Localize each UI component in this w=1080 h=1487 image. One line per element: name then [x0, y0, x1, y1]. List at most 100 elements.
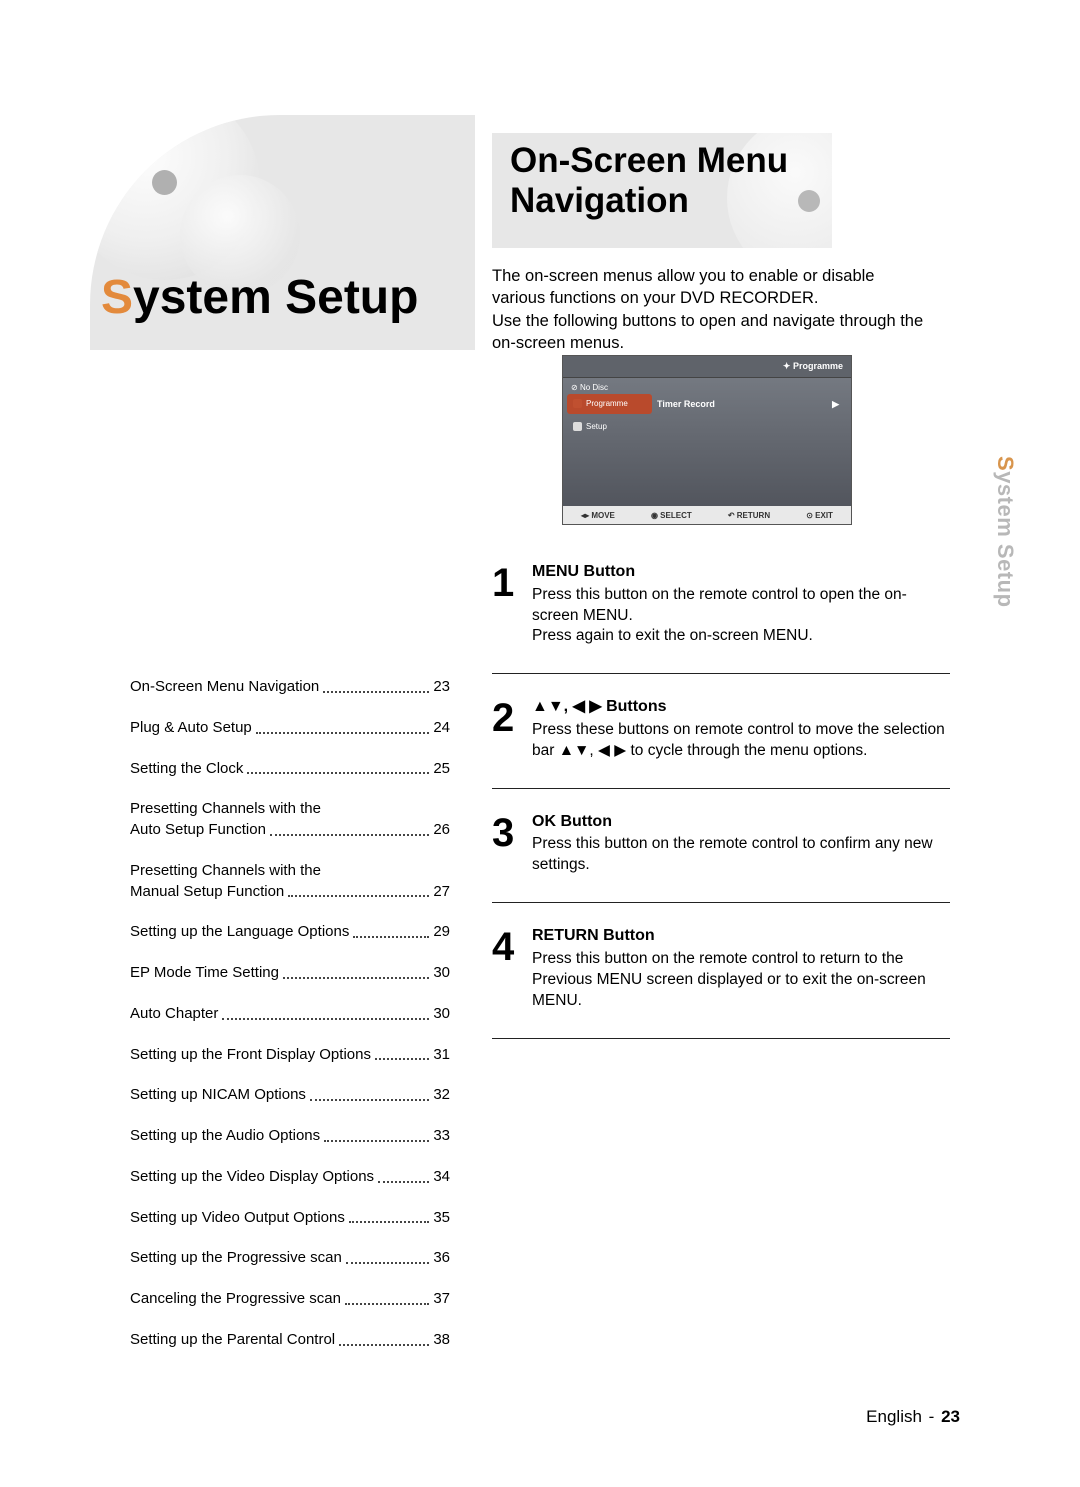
- instruction-step: 4RETURN ButtonPress this button on the r…: [492, 909, 950, 1031]
- step-body: RETURN ButtonPress this button on the re…: [532, 925, 950, 1011]
- osd-foot-move: ◂▸ MOVE: [581, 511, 615, 520]
- toc-entry: Presetting Channels with the Manual Setup…: [130, 862, 450, 902]
- toc-entry: Setting up NICAM Options 32: [130, 1086, 450, 1105]
- toc-page: 34: [433, 1168, 450, 1187]
- toc-leader-dots: [346, 1262, 430, 1264]
- instruction-step: 1MENU ButtonPress this button on the rem…: [492, 545, 950, 667]
- step-title: RETURN Button: [532, 925, 950, 947]
- toc-page: 24: [433, 719, 450, 738]
- toc-label: Setting up the Front Display Options: [130, 1046, 371, 1065]
- toc-leader-dots: [288, 895, 429, 897]
- toc-leader-dots: [339, 1344, 429, 1346]
- step-number: 3: [492, 811, 532, 876]
- article-title-line2: Navigation: [510, 181, 832, 221]
- divider: [492, 902, 950, 903]
- steps-list: 1MENU ButtonPress this button on the rem…: [492, 545, 950, 1045]
- toc-page: 25: [433, 760, 450, 779]
- toc-label: Auto Setup Function: [130, 821, 266, 840]
- section-title-rest: ystem Setup: [133, 271, 418, 324]
- toc-label: Manual Setup Function: [130, 883, 284, 902]
- toc-label: Presetting Channels with the: [130, 800, 321, 817]
- step-number: 2: [492, 696, 532, 761]
- toc-label: Setting the Clock: [130, 760, 243, 779]
- step-number: 4: [492, 925, 532, 1011]
- arrow-right-icon: ▶: [832, 394, 839, 414]
- toc-page: 36: [433, 1249, 450, 1268]
- toc-page: 26: [433, 821, 450, 840]
- footer-dash: -: [929, 1407, 935, 1426]
- toc-label: Presetting Channels with the: [130, 862, 321, 879]
- toc-entry: Setting up Video Output Options 35: [130, 1209, 450, 1228]
- toc-entry: EP Mode Time Setting30: [130, 964, 450, 983]
- toc-leader-dots: [353, 936, 429, 938]
- toc-page: 33: [433, 1127, 450, 1146]
- toc-page: 29: [433, 923, 450, 942]
- footer-language: English: [866, 1407, 922, 1426]
- step-description: Press this button on the remote control …: [532, 585, 950, 648]
- article-title-line1: On-Screen Menu: [510, 141, 832, 181]
- toc-label: Setting up Video Output Options: [130, 1209, 345, 1228]
- instruction-step: 3OK ButtonPress this button on the remot…: [492, 795, 950, 896]
- divider: [492, 1038, 950, 1039]
- toc-leader-dots: [310, 1099, 429, 1101]
- step-description: Press this button on the remote control …: [532, 949, 950, 1012]
- toc-entry: Presetting Channels with the Auto Setup F…: [130, 800, 450, 840]
- toc-label: Setting up NICAM Options: [130, 1086, 306, 1105]
- osd-screenshot: Programme No Disc Programme Setup Timer …: [562, 355, 852, 525]
- toc-page: 35: [433, 1209, 450, 1228]
- step-body: OK ButtonPress this button on the remote…: [532, 811, 950, 876]
- toc-label: On-Screen Menu Navigation: [130, 678, 319, 697]
- toc-page: 23: [433, 678, 450, 697]
- toc-entry: On-Screen Menu Navigation 23: [130, 678, 450, 697]
- toc-entry: Setting up the Video Display Options 34: [130, 1168, 450, 1187]
- osd-foot-select: ◉ SELECT: [651, 511, 692, 520]
- divider: [492, 788, 950, 789]
- side-tab-initial: S: [993, 456, 1018, 471]
- page-footer: English - 23: [866, 1407, 960, 1427]
- article-title: On-Screen Menu Navigation: [510, 141, 832, 222]
- footer-page-number: 23: [941, 1407, 960, 1426]
- osd-side-programme: Programme: [567, 394, 652, 414]
- instruction-step: 2▲▼, ◀ ▶ ButtonsPress these buttons on r…: [492, 680, 950, 781]
- toc-label: Setting up the Parental Control: [130, 1331, 335, 1350]
- toc-leader-dots: [256, 732, 430, 734]
- toc-leader-dots: [349, 1221, 429, 1223]
- article-header: On-Screen Menu Navigation: [492, 133, 832, 248]
- toc-leader-dots: [345, 1303, 429, 1305]
- toc-label: Setting up the Audio Options: [130, 1127, 320, 1146]
- step-body: MENU ButtonPress this button on the remo…: [532, 561, 950, 647]
- toc-label: Plug & Auto Setup: [130, 719, 252, 738]
- side-tab: System Setup: [992, 456, 1018, 608]
- toc-entry: Auto Chapter30: [130, 1005, 450, 1024]
- toc-entry: Setting up the Language Options29: [130, 923, 450, 942]
- toc-entry: Setting up the Parental Control 38: [130, 1331, 450, 1350]
- toc-page: 38: [433, 1331, 450, 1350]
- toc-leader-dots: [324, 1140, 429, 1142]
- section-title-initial: S: [101, 271, 133, 324]
- section-header: System Setup: [90, 115, 475, 350]
- toc-label: EP Mode Time Setting: [130, 964, 279, 983]
- toc-entry: Setting the Clock 25: [130, 760, 450, 779]
- step-description: Press these buttons on remote control to…: [532, 720, 950, 762]
- osd-header-label: Programme: [783, 361, 843, 372]
- section-title: System Setup: [101, 270, 418, 325]
- side-tab-rest: ystem Setup: [993, 471, 1018, 607]
- toc-leader-dots: [375, 1058, 429, 1060]
- step-title: MENU Button: [532, 561, 950, 583]
- toc-leader-dots: [378, 1181, 429, 1183]
- toc-entry: Setting up the Audio Options 33: [130, 1127, 450, 1146]
- intro-paragraph: The on-screen menus allow you to enable …: [492, 265, 927, 354]
- step-title: ▲▼, ◀ ▶ Buttons: [532, 696, 950, 718]
- toc-entry: Canceling the Progressive scan37: [130, 1290, 450, 1309]
- osd-foot-return: ↶ RETURN: [728, 511, 770, 520]
- osd-footer: ◂▸ MOVE ◉ SELECT ↶ RETURN ⊙ EXIT: [563, 506, 851, 524]
- toc-entry: Plug & Auto Setup 24: [130, 719, 450, 738]
- toc-page: 32: [433, 1086, 450, 1105]
- step-body: ▲▼, ◀ ▶ ButtonsPress these buttons on re…: [532, 696, 950, 761]
- toc-page: 27: [433, 883, 450, 902]
- toc-label: Setting up the Video Display Options: [130, 1168, 374, 1187]
- toc-leader-dots: [323, 691, 429, 693]
- step-number: 1: [492, 561, 532, 647]
- toc-leader-dots: [270, 834, 429, 836]
- table-of-contents: On-Screen Menu Navigation 23 Plug & Auto S…: [130, 678, 450, 1372]
